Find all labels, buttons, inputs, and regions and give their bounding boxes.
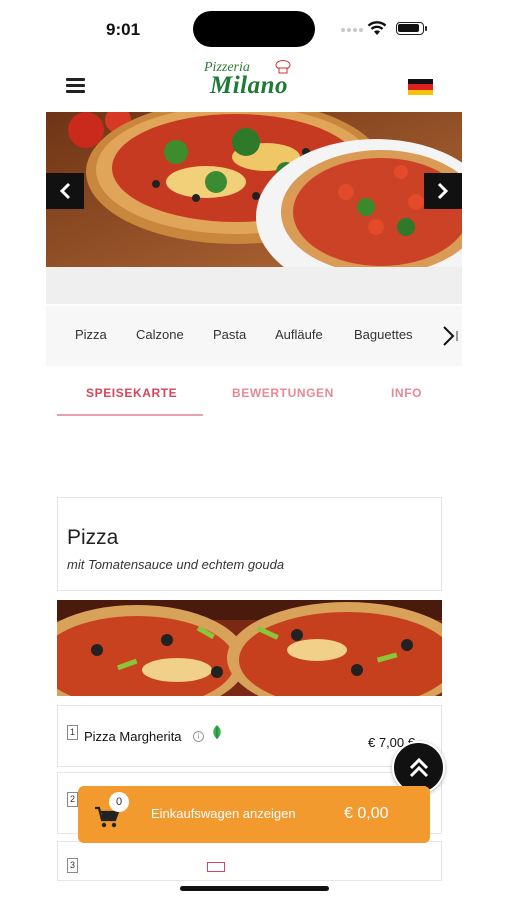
section-banner-image	[57, 600, 442, 696]
status-time: 9:01	[106, 20, 141, 39]
slider-next-button[interactable]	[424, 173, 462, 209]
chef-hat-icon	[275, 60, 291, 74]
vegetarian-leaf-icon	[213, 725, 221, 739]
pizza-photo	[46, 112, 462, 267]
section-subtitle: mit Tomatensauce und echtem gouda	[67, 557, 285, 572]
wifi-icon	[367, 21, 387, 35]
cart-total: € 0,00	[344, 805, 389, 822]
cart-label: Einkaufswagen anzeigen	[151, 806, 296, 821]
cellular-signal-icon	[341, 28, 363, 32]
category-nav: Pizza Calzone Pasta Aufläufe Baguettes	[46, 306, 462, 366]
menu-item-card[interactable]	[57, 841, 442, 881]
hamburger-menu-icon[interactable]	[66, 78, 85, 93]
category-auflaeufe[interactable]: Aufläufe	[275, 327, 323, 342]
category-calzone[interactable]: Calzone	[136, 327, 184, 342]
hero-image-slider[interactable]	[46, 112, 462, 267]
tab-info[interactable]: INFO	[391, 386, 422, 400]
chevron-right-icon	[437, 182, 449, 200]
tab-bewertungen[interactable]: BEWERTUNGEN	[232, 386, 334, 400]
item-number: 3	[67, 858, 78, 873]
double-chevron-up-icon	[409, 757, 428, 777]
app-header: Pizzeria Milano	[0, 58, 507, 112]
category-baguettes[interactable]: Baguettes	[354, 327, 413, 342]
item-number: 2	[67, 792, 78, 807]
slider-prev-button[interactable]	[46, 173, 84, 209]
content-tabs: SPEISEKARTE BEWERTUNGEN INFO	[46, 370, 462, 418]
info-icon[interactable]: i	[193, 731, 204, 742]
category-pasta[interactable]: Pasta	[213, 327, 246, 342]
section-title: Pizza	[67, 526, 119, 549]
home-indicator[interactable]	[180, 886, 329, 891]
chevron-right-icon[interactable]	[438, 324, 458, 348]
logo-text-milano: Milano	[210, 72, 289, 99]
restaurant-logo[interactable]: Pizzeria Milano	[200, 58, 305, 106]
item-number: 1	[67, 725, 78, 740]
slider-caption-bar	[46, 267, 462, 304]
dynamic-island	[193, 11, 315, 47]
item-badge	[207, 862, 225, 872]
tab-speisekarte[interactable]: SPEISEKARTE	[86, 386, 177, 400]
german-flag-icon[interactable]	[408, 79, 433, 95]
cart-count-badge: 0	[109, 792, 129, 812]
view-cart-button[interactable]: 0 Einkaufswagen anzeigen € 0,00	[78, 786, 430, 843]
battery-icon	[396, 22, 427, 35]
active-tab-indicator	[57, 414, 203, 416]
category-pizza[interactable]: Pizza	[75, 327, 107, 342]
chevron-left-icon	[59, 182, 71, 200]
item-name[interactable]: Pizza Margherita	[84, 729, 182, 744]
status-bar: 9:01	[0, 0, 507, 58]
